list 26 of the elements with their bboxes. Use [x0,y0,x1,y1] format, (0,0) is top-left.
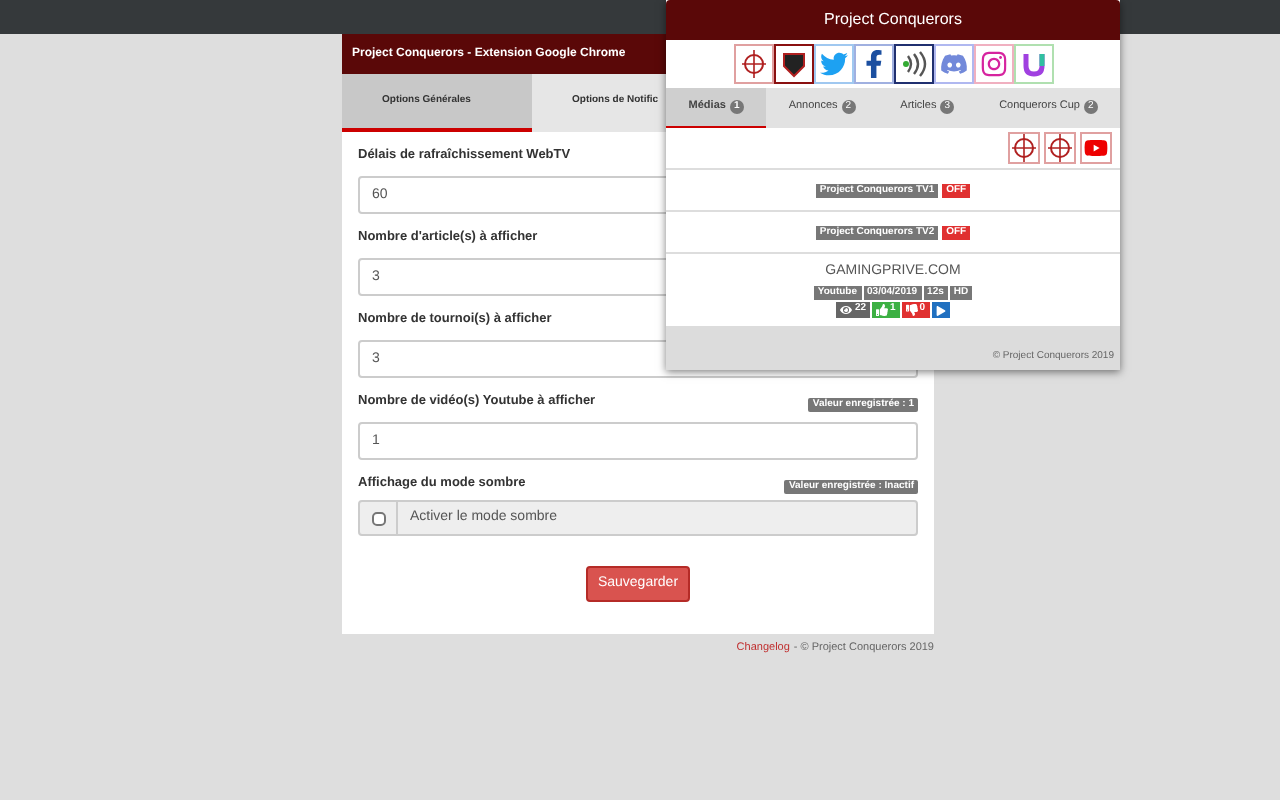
emblem-link[interactable] [1044,132,1076,164]
sound-wave-icon [899,50,927,78]
emblem-icon [739,50,767,78]
social-link[interactable] [893,44,933,84]
checkbox[interactable] [371,511,385,525]
social-link[interactable] [933,44,973,84]
thumbs-down-icon [905,304,918,316]
emblem-link[interactable] [1008,132,1040,164]
social-link[interactable] [733,44,773,84]
u-shape-icon [1019,50,1047,78]
shield-icon [779,50,807,78]
bird-icon [819,50,847,78]
play-icon [935,305,946,315]
popup-title: Project Conquerors [666,0,1120,40]
social-link[interactable] [773,44,813,84]
camera-icon [979,50,1007,78]
stat-badge[interactable] [931,302,950,318]
letter-f-icon [861,50,885,78]
thumbs-up-icon [876,304,888,316]
social-link[interactable] [853,44,893,84]
emblem-icon [1010,134,1038,162]
video-link[interactable] [1080,132,1112,164]
eye-icon [840,304,853,316]
gamepad-icon [939,50,967,78]
emblem-icon [1046,134,1074,162]
play-icon [1084,136,1108,160]
